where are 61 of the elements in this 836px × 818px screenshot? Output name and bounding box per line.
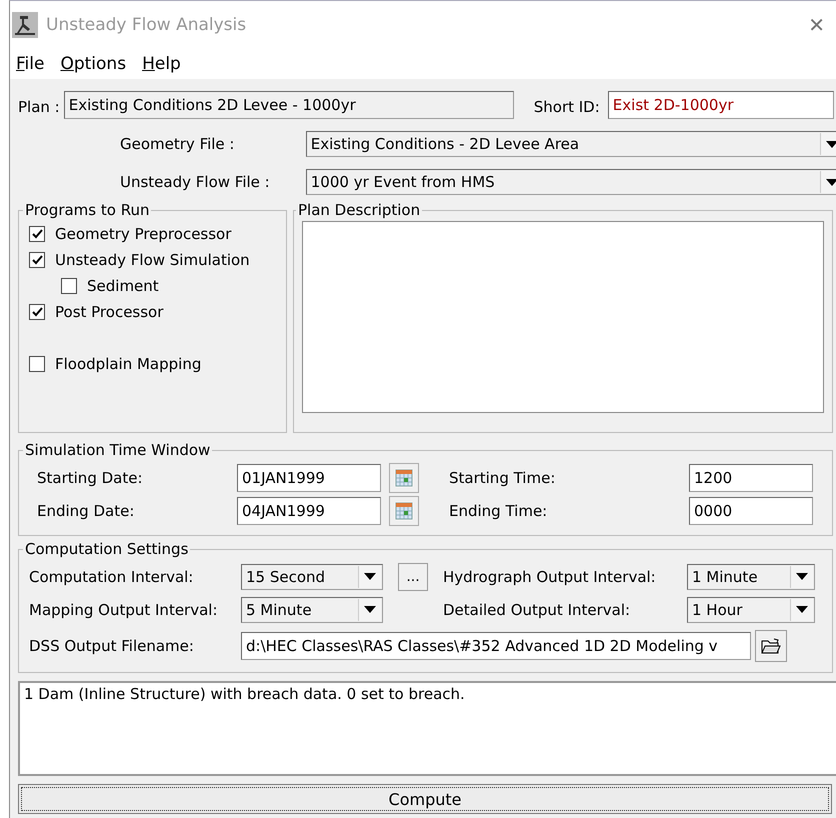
more-button[interactable]: ... <box>398 562 428 590</box>
checkbox[interactable] <box>29 226 45 242</box>
close-icon[interactable]: ✕ <box>808 13 825 37</box>
plan-label: Plan : <box>18 98 60 116</box>
app-icon <box>12 12 38 38</box>
checkbox-label: Floodplain Mapping <box>55 355 202 373</box>
interval-dropdown[interactable]: 1 Hour <box>687 596 815 622</box>
short-id-field[interactable]: Exist 2D-1000yr <box>608 91 834 119</box>
date-label: Starting Date: <box>36 468 144 486</box>
group-title: Plan Description <box>297 201 422 219</box>
dropdown-arrow-icon <box>796 606 808 613</box>
setting-label: Hydrograph Output Interval: <box>443 568 657 586</box>
open-folder-button[interactable] <box>755 630 787 662</box>
time-label: Starting Time: <box>448 468 556 486</box>
interval-dropdown[interactable]: 5 Minute <box>241 596 383 622</box>
dropdown-arrow-icon <box>796 573 808 580</box>
setting-label: Detailed Output Interval: <box>443 600 632 618</box>
checkbox[interactable] <box>29 252 45 268</box>
checkbox-label: Sediment <box>87 277 159 295</box>
menu-item[interactable]: File <box>16 54 44 74</box>
dropdown-arrow-icon <box>826 140 836 148</box>
time-field[interactable]: 0000 <box>689 496 813 524</box>
window-title: Unsteady Flow Analysis <box>46 15 248 35</box>
interval-dropdown[interactable]: 1 Minute <box>687 564 815 590</box>
calendar-button[interactable] <box>389 462 419 492</box>
date-field[interactable]: 04JAN1999 <box>237 496 381 524</box>
file-label: Unsteady Flow File : <box>119 173 271 191</box>
setting-label: Computation Interval: <box>29 568 194 586</box>
group-title: Simulation Time Window <box>24 441 212 459</box>
message-text: 1 Dam (Inline Structure) with breach data. 0 set to breach. <box>18 681 836 776</box>
menu-item[interactable]: Options <box>60 54 126 74</box>
short-id-label: Short ID: <box>534 98 600 116</box>
checkbox-label: Geometry Preprocessor <box>55 225 232 243</box>
checkbox-label: Post Processor <box>55 303 164 321</box>
dss-filename-label: DSS Output Filename: <box>29 637 195 655</box>
time-field[interactable]: 1200 <box>689 464 813 492</box>
date-label: Ending Date: <box>36 502 136 520</box>
date-field[interactable]: 01JAN1999 <box>237 464 381 492</box>
file-dropdown[interactable]: 1000 yr Event from HMS <box>306 169 836 195</box>
dropdown-arrow-icon <box>364 606 376 613</box>
checkbox[interactable] <box>29 356 45 372</box>
file-dropdown[interactable]: Existing Conditions - 2D Levee Area <box>306 131 836 157</box>
checkbox-label: Unsteady Flow Simulation <box>55 251 250 269</box>
group-title: Computation Settings <box>24 540 190 558</box>
checkbox[interactable] <box>61 278 77 294</box>
dropdown-arrow-icon <box>826 178 836 186</box>
interval-dropdown[interactable]: 15 Second <box>241 564 383 590</box>
dropdown-arrow-icon <box>364 573 376 580</box>
dss-filename-field[interactable]: d:\HEC Classes\RAS Classes\#352 Advanced 1D 2D Modeling v <box>241 632 751 660</box>
setting-label: Mapping Output Interval: <box>29 600 219 618</box>
calendar-icon <box>395 502 413 520</box>
calendar-icon <box>395 468 413 486</box>
calendar-button[interactable] <box>389 496 419 526</box>
folder-icon <box>761 638 781 654</box>
file-label: Geometry File : <box>119 135 236 153</box>
checkbox[interactable] <box>29 304 45 320</box>
time-label: Ending Time: <box>448 502 548 520</box>
compute-button[interactable]: Compute <box>18 784 832 814</box>
group-title: Programs to Run <box>24 201 150 219</box>
menu-item[interactable]: Help <box>142 54 181 74</box>
plan-field[interactable]: Existing Conditions 2D Levee - 1000yr <box>64 91 514 119</box>
